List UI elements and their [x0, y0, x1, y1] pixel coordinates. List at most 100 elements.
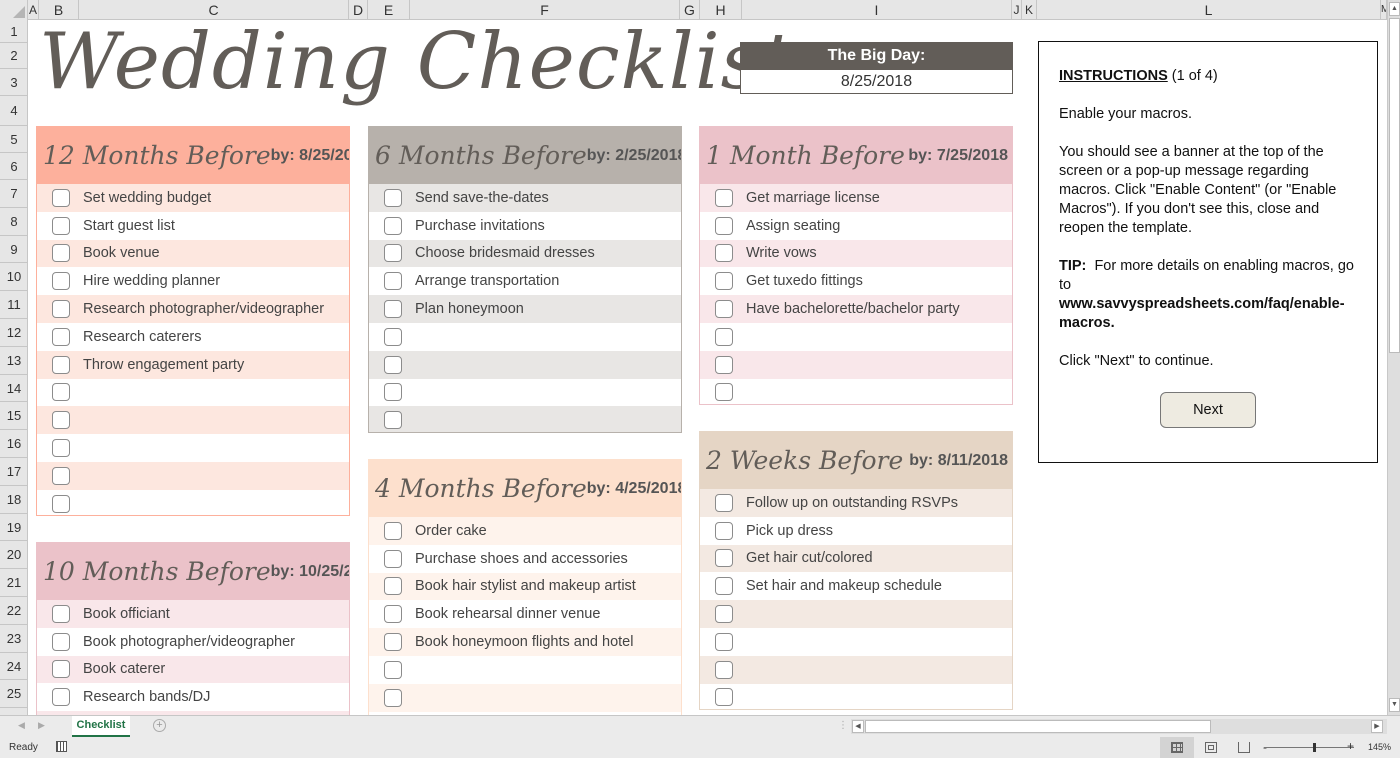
task-checkbox[interactable]: [715, 355, 733, 374]
task-checkbox[interactable]: [52, 632, 70, 651]
big-day-date[interactable]: 8/25/2018: [741, 69, 1012, 93]
row-header-4[interactable]: 4: [0, 96, 27, 126]
task-checkbox[interactable]: [52, 327, 70, 346]
zoom-level[interactable]: 145%: [1368, 742, 1391, 752]
zoom-in-icon[interactable]: +: [1347, 739, 1354, 753]
sheet-tab-checklist[interactable]: Checklist: [72, 716, 130, 737]
row-header-24[interactable]: 24: [0, 653, 27, 681]
row-header-22[interactable]: 22: [0, 597, 27, 625]
row-header-1[interactable]: 1: [0, 20, 27, 43]
horizontal-scroll-thumb[interactable]: [865, 720, 1211, 733]
column-header-e[interactable]: E: [368, 0, 410, 20]
row-header-9[interactable]: 9: [0, 236, 27, 264]
task-checkbox[interactable]: [52, 188, 70, 207]
horizontal-scrollbar[interactable]: ◀ ▶: [851, 719, 1387, 734]
task-checkbox[interactable]: [715, 383, 733, 402]
next-sheet-arrow-icon[interactable]: ▶: [38, 720, 45, 731]
column-header-d[interactable]: D: [349, 0, 368, 20]
row-header-13[interactable]: 13: [0, 347, 27, 375]
vertical-scroll-thumb[interactable]: [1389, 18, 1400, 353]
prev-sheet-arrow-icon[interactable]: ◀: [18, 720, 25, 731]
scroll-right-arrow-icon[interactable]: ▶: [1371, 720, 1383, 733]
row-header-19[interactable]: 19: [0, 514, 27, 542]
column-header-l[interactable]: L: [1037, 0, 1381, 20]
select-all-corner[interactable]: [0, 0, 28, 20]
row-header-20[interactable]: 20: [0, 541, 27, 570]
scroll-left-arrow-icon[interactable]: ◀: [852, 720, 864, 733]
task-checkbox[interactable]: [384, 327, 402, 346]
task-checkbox[interactable]: [52, 688, 70, 707]
task-checkbox[interactable]: [384, 411, 402, 430]
task-checkbox[interactable]: [715, 244, 733, 263]
task-checkbox[interactable]: [715, 549, 733, 568]
row-header-3[interactable]: 3: [0, 69, 27, 96]
row-header-17[interactable]: 17: [0, 458, 27, 486]
column-header-i[interactable]: I: [742, 0, 1012, 20]
row-header-21[interactable]: 21: [0, 569, 27, 597]
task-checkbox[interactable]: [52, 411, 70, 430]
zoom-slider-thumb[interactable]: [1313, 743, 1316, 752]
page-layout-view-button[interactable]: [1194, 737, 1228, 758]
normal-view-button[interactable]: [1160, 737, 1194, 758]
row-header-8[interactable]: 8: [0, 208, 27, 236]
macro-recording-icon[interactable]: [56, 741, 67, 752]
task-checkbox[interactable]: [715, 216, 733, 235]
column-header-f[interactable]: F: [410, 0, 680, 20]
task-checkbox[interactable]: [52, 300, 70, 319]
scroll-up-arrow-icon[interactable]: ▲: [1389, 2, 1400, 16]
task-checkbox[interactable]: [384, 272, 402, 291]
column-header-b[interactable]: B: [39, 0, 79, 20]
task-checkbox[interactable]: [52, 604, 70, 623]
row-header-16[interactable]: 16: [0, 430, 27, 458]
next-button[interactable]: Next: [1160, 392, 1256, 428]
row-header-10[interactable]: 10: [0, 263, 27, 292]
task-checkbox[interactable]: [52, 216, 70, 235]
task-checkbox[interactable]: [715, 188, 733, 207]
task-checkbox[interactable]: [52, 660, 70, 679]
scroll-down-arrow-icon[interactable]: ▼: [1389, 698, 1400, 712]
task-checkbox[interactable]: [384, 244, 402, 263]
task-checkbox[interactable]: [715, 493, 733, 512]
task-checkbox[interactable]: [52, 244, 70, 263]
task-checkbox[interactable]: [384, 300, 402, 319]
task-checkbox[interactable]: [52, 383, 70, 402]
task-checkbox[interactable]: [384, 188, 402, 207]
task-checkbox[interactable]: [384, 577, 402, 596]
task-checkbox[interactable]: [715, 605, 733, 624]
tip-link[interactable]: www.savvyspreadsheets.com/faq/enable-mac…: [1059, 296, 1345, 331]
row-header-11[interactable]: 11: [0, 291, 27, 319]
task-checkbox[interactable]: [715, 327, 733, 346]
task-checkbox[interactable]: [384, 633, 402, 652]
task-checkbox[interactable]: [715, 577, 733, 596]
row-header-14[interactable]: 14: [0, 375, 27, 403]
task-checkbox[interactable]: [384, 521, 402, 540]
task-checkbox[interactable]: [52, 439, 70, 458]
column-header-h[interactable]: H: [700, 0, 742, 20]
column-header-j[interactable]: J: [1012, 0, 1022, 20]
column-header-k[interactable]: K: [1022, 0, 1037, 20]
task-checkbox[interactable]: [52, 466, 70, 485]
add-sheet-icon[interactable]: +: [153, 719, 166, 732]
zoom-slider-track[interactable]: [1264, 747, 1354, 748]
task-checkbox[interactable]: [384, 549, 402, 568]
task-checkbox[interactable]: [384, 355, 402, 374]
task-checkbox[interactable]: [384, 605, 402, 624]
task-checkbox[interactable]: [715, 300, 733, 319]
column-header-a[interactable]: A: [28, 0, 39, 20]
task-checkbox[interactable]: [384, 688, 402, 707]
task-checkbox[interactable]: [52, 272, 70, 291]
task-checkbox[interactable]: [715, 272, 733, 291]
row-header-25[interactable]: 25: [0, 680, 27, 709]
task-checkbox[interactable]: [715, 688, 733, 707]
row-header-2[interactable]: 2: [0, 43, 27, 69]
task-checkbox[interactable]: [715, 660, 733, 679]
tab-split-handle-icon[interactable]: ⋮: [838, 720, 848, 731]
task-checkbox[interactable]: [384, 383, 402, 402]
column-header-g[interactable]: G: [680, 0, 700, 20]
row-header-7[interactable]: 7: [0, 180, 27, 208]
task-checkbox[interactable]: [52, 494, 70, 513]
task-checkbox[interactable]: [715, 632, 733, 651]
row-header-6[interactable]: 6: [0, 153, 27, 180]
row-header-18[interactable]: 18: [0, 486, 27, 514]
vertical-scrollbar[interactable]: ▲ ▼: [1387, 0, 1400, 715]
